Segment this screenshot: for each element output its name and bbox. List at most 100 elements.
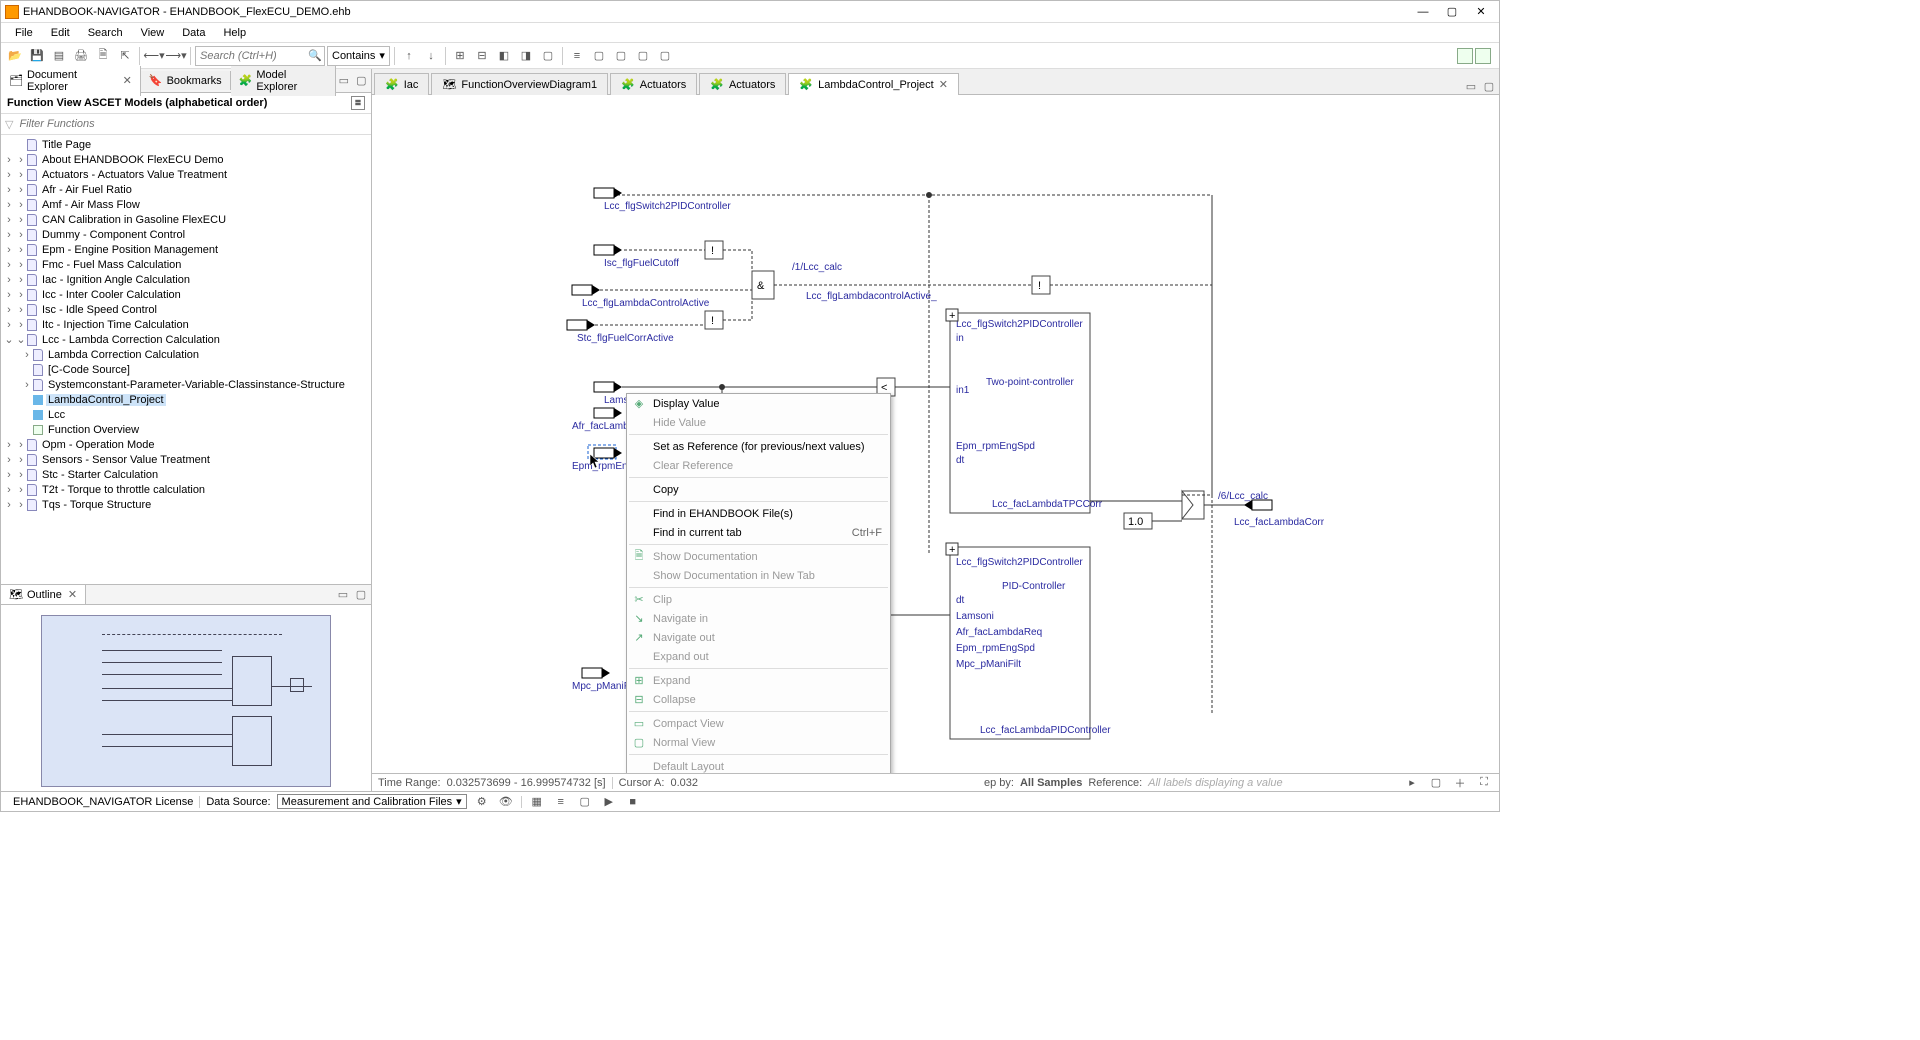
menu-file[interactable]: File [7,25,41,41]
tool-f-icon[interactable]: ≡ [567,46,587,66]
tree-item[interactable]: Lcc [46,409,67,421]
tree-item[interactable]: Tqs - Torque Structure [40,499,153,511]
maximize-button[interactable]: ▢ [1438,2,1466,22]
toolbar-right-b-icon[interactable] [1475,48,1491,64]
print-icon[interactable]: 🖨 [71,46,91,66]
ctx-find-files[interactable]: Find in EHANDBOOK File(s) [627,504,890,523]
footer-btn-c-icon[interactable]: ＋ [1451,776,1469,790]
tree-item[interactable]: Stc - Starter Calculation [40,469,160,481]
outline-minimap[interactable] [1,605,371,797]
tree-item[interactable]: Afr - Air Fuel Ratio [40,184,134,196]
menu-edit[interactable]: Edit [43,25,78,41]
open-icon[interactable]: 📂 [5,46,25,66]
tree-item[interactable]: Actuators - Actuators Value Treatment [40,169,229,181]
tool-h-icon[interactable]: ▢ [611,46,631,66]
footer-btn-d-icon[interactable]: ⛶ [1475,776,1493,790]
tab-document-explorer[interactable]: 🗂 Document Explorer ✕ [1,66,141,96]
ctx-copy[interactable]: Copy [627,480,890,499]
doc-icon[interactable]: 🗎 [93,46,113,66]
tool-c-icon[interactable]: ◧ [494,46,514,66]
maximize-editor-icon[interactable]: ▢ [1481,78,1497,94]
tool-i-icon[interactable]: ▢ [633,46,653,66]
play-icon[interactable]: ▶ [600,794,618,810]
tool-e-icon[interactable]: ▢ [538,46,558,66]
search-mode-dropdown[interactable]: Contains▾ [327,46,390,66]
data-source-dropdown[interactable]: Measurement and Calibration Files▾ [277,794,467,809]
tree-item[interactable]: Dummy - Component Control [40,229,187,241]
menu-data[interactable]: Data [174,25,213,41]
filter-input[interactable] [17,116,367,132]
tab-model-explorer[interactable]: 🧩 Model Explorer [231,66,336,96]
tab-actuators-1[interactable]: 🧩Actuators [610,73,697,95]
minimize-panel-icon[interactable]: ▭ [335,587,351,603]
tree-item[interactable]: [C-Code Source] [46,364,132,376]
tree-item[interactable]: Iac - Ignition Angle Calculation [40,274,192,286]
close-icon[interactable]: ✕ [68,588,77,601]
save-icon[interactable]: 💾 [27,46,47,66]
tool-d-icon[interactable]: ◨ [516,46,536,66]
menu-help[interactable]: Help [215,25,254,41]
tree-item[interactable]: Sensors - Sensor Value Treatment [40,454,212,466]
stop-icon[interactable]: ■ [624,794,642,810]
minimize-panel-icon[interactable]: ▭ [336,73,351,89]
tree-item[interactable]: Title Page [40,139,93,151]
tab-lambda-control[interactable]: 🧩LambdaControl_Project✕ [788,73,959,95]
footer-btn-a-icon[interactable]: ▸ [1403,776,1421,790]
status-tool-a-icon[interactable]: ▦ [528,794,546,810]
tree-item[interactable]: CAN Calibration in Gasoline FlexECU [40,214,228,226]
eye-icon[interactable]: 👁 [497,794,515,810]
tree-item[interactable]: Lcc - Lambda Correction Calculation [40,334,222,346]
diagram-canvas[interactable]: Lcc_flgSwitch2PIDController Isc_flgFuelC… [372,95,1499,773]
close-button[interactable]: ✕ [1467,2,1495,22]
search-icon[interactable]: 🔍 [306,47,324,65]
tree-item-selected[interactable]: LambdaControl_Project [46,394,166,406]
view-mode-icon[interactable]: ≣ [351,96,365,110]
close-icon[interactable]: ✕ [123,74,132,87]
ctx-display-value[interactable]: ◈Display Value [627,394,890,413]
export-icon[interactable]: ⇱ [115,46,135,66]
down-icon[interactable]: ↓ [421,46,441,66]
tree-item[interactable]: Epm - Engine Position Management [40,244,220,256]
tree-item[interactable]: T2t - Torque to throttle calculation [40,484,207,496]
tab-function-overview[interactable]: 🗺FunctionOverviewDiagram1 [431,73,608,95]
tree-item[interactable]: Lambda Correction Calculation [46,349,201,361]
maximize-panel-icon[interactable]: ▢ [354,73,369,89]
tree-item[interactable]: Itc - Injection Time Calculation [40,319,191,331]
tree-item[interactable]: Opm - Operation Mode [40,439,157,451]
tab-outline[interactable]: 🗺 Outline ✕ [1,585,86,604]
footer-btn-b-icon[interactable]: ▢ [1427,776,1445,790]
ctx-set-reference[interactable]: Set as Reference (for previous/next valu… [627,437,890,456]
menu-view[interactable]: View [133,25,173,41]
menu-search[interactable]: Search [80,25,131,41]
tree-item[interactable]: Isc - Idle Speed Control [40,304,159,316]
tree-item[interactable]: Icc - Inter Cooler Calculation [40,289,183,301]
tool-j-icon[interactable]: ▢ [655,46,675,66]
maximize-panel-icon[interactable]: ▢ [353,587,369,603]
forward-icon[interactable]: ⟶▾ [166,46,186,66]
minimize-button[interactable]: — [1409,2,1437,22]
tree-item[interactable]: Amf - Air Mass Flow [40,199,142,211]
tree-item[interactable]: Fmc - Fuel Mass Calculation [40,259,183,271]
minimize-editor-icon[interactable]: ▭ [1463,78,1479,94]
gear-icon[interactable]: ⚙ [473,794,491,810]
tab-bookmarks[interactable]: 🔖 Bookmarks [141,71,231,90]
status-tool-b-icon[interactable]: ≡ [552,794,570,810]
back-icon[interactable]: ⟵▾ [144,46,164,66]
search-box[interactable]: 🔍 [195,46,325,66]
up-icon[interactable]: ↑ [399,46,419,66]
book-icon[interactable]: ▤ [49,46,69,66]
function-tree[interactable]: ››Title Page ››About EHANDBOOK FlexECU D… [1,135,371,584]
status-tool-c-icon[interactable]: ▢ [576,794,594,810]
ctx-find-current[interactable]: Find in current tabCtrl+F [627,523,890,542]
step-by-value[interactable]: All Samples [1020,777,1082,789]
tool-a-icon[interactable]: ⊞ [450,46,470,66]
tab-actuators-2[interactable]: 🧩Actuators [699,73,786,95]
toolbar-right-a-icon[interactable] [1457,48,1473,64]
tool-b-icon[interactable]: ⊟ [472,46,492,66]
close-icon[interactable]: ✕ [939,78,948,91]
tool-g-icon[interactable]: ▢ [589,46,609,66]
tree-item[interactable]: Systemconstant-Parameter-Variable-Classi… [46,379,347,391]
tree-item[interactable]: About EHANDBOOK FlexECU Demo [40,154,226,166]
search-input[interactable] [196,47,306,65]
tree-item[interactable]: Function Overview [46,424,141,436]
